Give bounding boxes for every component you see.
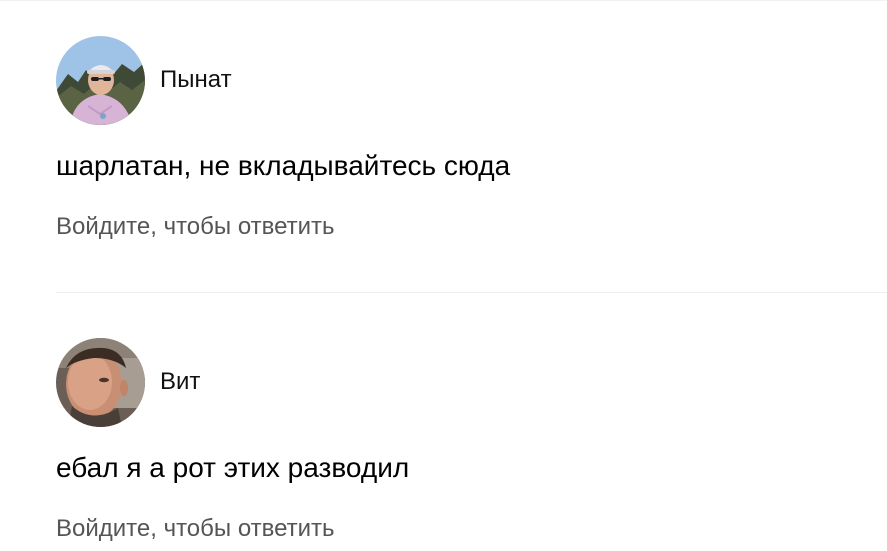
- avatar-photo: [56, 36, 145, 125]
- top-divider: [0, 0, 887, 1]
- author-name[interactable]: Пынат: [160, 66, 232, 94]
- login-to-reply-link[interactable]: Войдите, чтобы ответить: [56, 212, 335, 242]
- login-to-reply-link[interactable]: Войдите, чтобы ответить: [56, 514, 335, 544]
- comment-item: Пынат шарлатан, не вкладывайтесь сюда Во…: [56, 36, 887, 240]
- comment-author: Пынат: [56, 36, 887, 125]
- comment-author: Вит: [56, 338, 887, 427]
- comment-item: Вит ебал я а рот этих разводил Войдите, …: [56, 338, 887, 542]
- author-name[interactable]: Вит: [160, 368, 200, 396]
- avatar[interactable]: [56, 36, 145, 125]
- comment-text: ебал я а рот этих разводил: [56, 452, 410, 483]
- comment-text: шарлатан, не вкладывайтесь сюда: [56, 150, 511, 181]
- avatar[interactable]: [56, 338, 145, 427]
- avatar-photo: [56, 338, 145, 427]
- comment-separator: [56, 292, 887, 293]
